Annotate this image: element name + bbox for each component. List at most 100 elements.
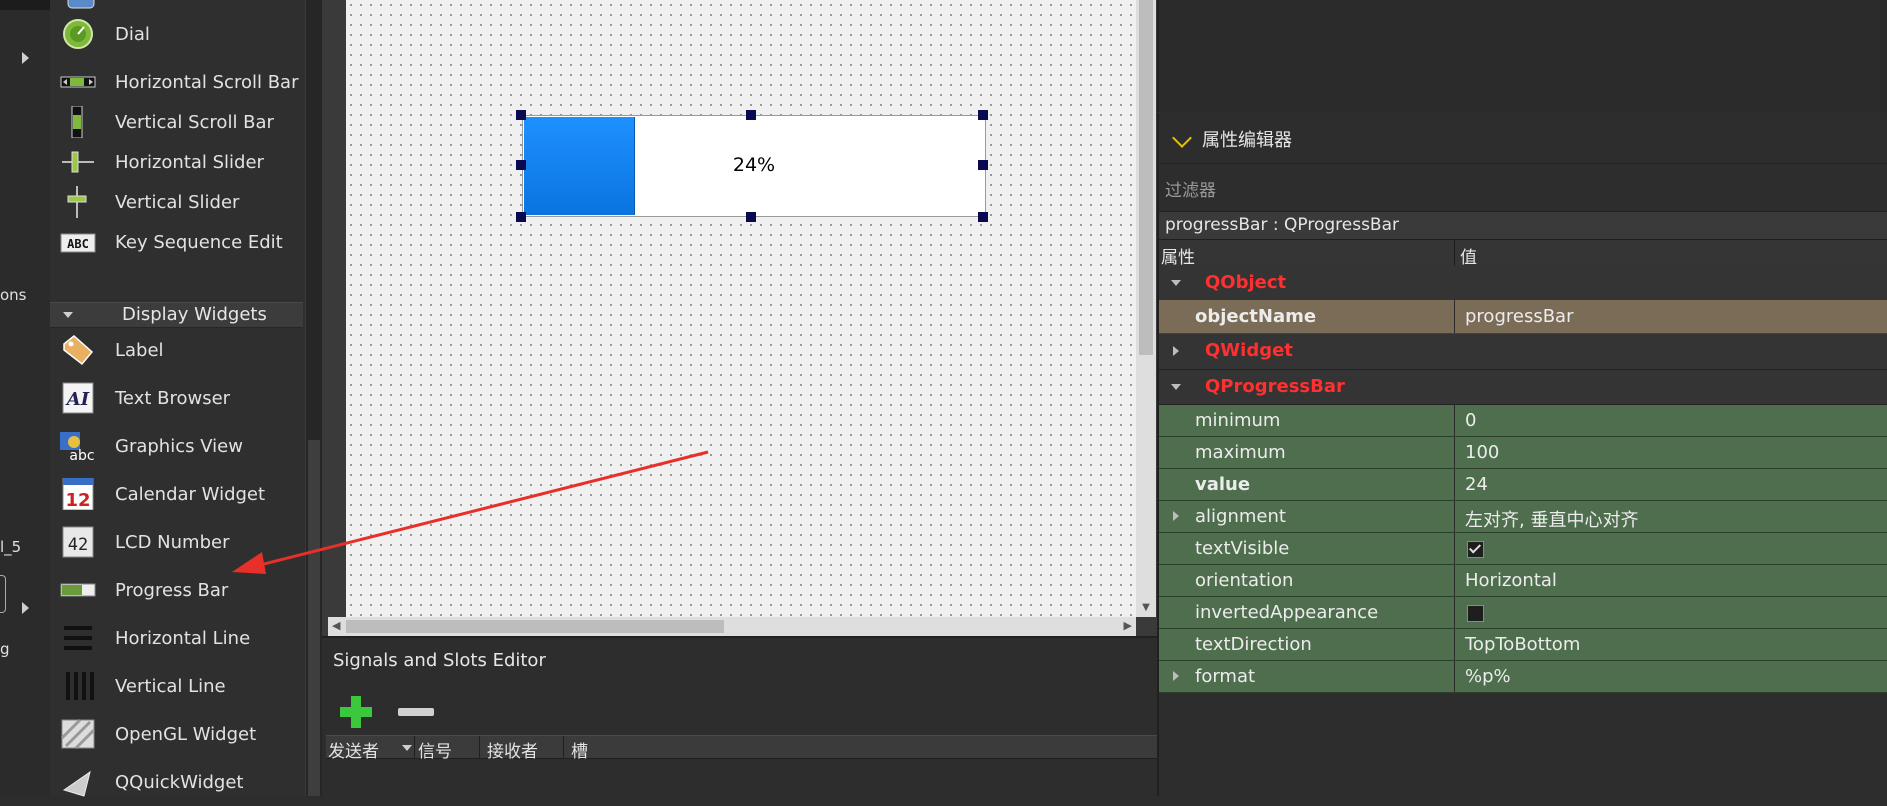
expand-arrow-icon[interactable] xyxy=(1173,346,1179,356)
widget-item-vertical-line[interactable]: Vertical Line xyxy=(50,662,305,710)
widget-item-label[interactable]: Label xyxy=(50,326,305,374)
form-canvas[interactable] xyxy=(346,0,1136,617)
property-group-qobject[interactable]: QObject xyxy=(1159,266,1887,301)
property-group-qprogressbar[interactable]: QProgressBar xyxy=(1159,370,1887,405)
column-header-value[interactable]: 值 xyxy=(1460,243,1477,268)
textvisible-checkbox[interactable] xyxy=(1467,541,1484,558)
property-value[interactable]: progressBar xyxy=(1465,306,1573,327)
progress-bar-widget[interactable]: 24% xyxy=(522,115,986,217)
property-value[interactable]: Horizontal xyxy=(1465,570,1557,591)
property-row-invertedappearance[interactable]: invertedAppearance xyxy=(1159,597,1887,629)
widget-item-graphics-view[interactable]: abc Graphics View xyxy=(50,422,305,470)
property-row-value[interactable]: value 24 xyxy=(1159,469,1887,501)
selection-handle[interactable] xyxy=(516,212,526,222)
scrollbar-thumb[interactable] xyxy=(346,620,724,633)
property-value[interactable]: 100 xyxy=(1465,442,1499,463)
progress-bar-text: 24% xyxy=(732,154,776,176)
property-name: textVisible xyxy=(1195,538,1290,559)
vertical-line-icon xyxy=(66,672,94,700)
property-row-format[interactable]: format %p% xyxy=(1159,661,1887,693)
sort-arrow-icon[interactable] xyxy=(402,745,412,751)
widget-item-label: Calendar Widget xyxy=(115,484,266,505)
widget-item-label: QQuickWidget xyxy=(115,772,244,793)
group-label: QProgressBar xyxy=(1205,376,1345,397)
widget-item-label: Key Sequence Edit xyxy=(115,232,283,253)
property-value[interactable]: 左对齐, 垂直中心对齐 xyxy=(1465,506,1638,532)
scroll-right-icon[interactable]: ▶ xyxy=(1124,619,1132,632)
collapse-arrow-icon[interactable] xyxy=(1171,384,1181,390)
selection-handle[interactable] xyxy=(746,212,756,222)
category-display-widgets[interactable]: Display Widgets xyxy=(50,302,303,328)
widget-item-dial[interactable]: Dial xyxy=(50,10,305,58)
dial-icon xyxy=(63,19,93,49)
property-row-orientation[interactable]: orientation Horizontal xyxy=(1159,565,1887,597)
property-name: textDirection xyxy=(1195,634,1312,655)
column-header-sender[interactable]: 发送者 xyxy=(328,737,379,762)
property-row-objectname[interactable]: objectName progressBar xyxy=(1159,300,1887,334)
column-header-signal[interactable]: 信号 xyxy=(418,737,452,762)
widget-item-qquickwidget[interactable]: QQuickWidget xyxy=(50,758,305,806)
object-class-line: progressBar : QProgressBar xyxy=(1159,211,1887,240)
widget-item-opengl-widget[interactable]: OpenGL Widget xyxy=(50,710,305,758)
widget-item-horizontal-line[interactable]: Horizontal Line xyxy=(50,614,305,662)
selection-handle[interactable] xyxy=(978,160,988,170)
expand-arrow-icon[interactable] xyxy=(22,52,29,64)
widget-item-label: Horizontal Line xyxy=(115,628,251,649)
invertedappearance-checkbox[interactable] xyxy=(1467,605,1484,622)
property-editor-title-bar[interactable]: 属性编辑器 xyxy=(1159,113,1887,164)
expand-arrow-icon[interactable] xyxy=(1173,511,1179,521)
property-value[interactable]: TopToBottom xyxy=(1465,634,1580,655)
signals-slots-title: Signals and Slots Editor xyxy=(333,650,546,671)
vertical-scroll-bar-icon xyxy=(71,106,83,138)
scrollbar-thumb[interactable] xyxy=(1139,0,1153,355)
progress-bar-icon xyxy=(60,583,96,597)
text-browser-icon: AI xyxy=(62,382,94,414)
partial-text-ons: ons xyxy=(0,286,27,304)
add-connection-icon[interactable] xyxy=(338,694,374,730)
property-name: minimum xyxy=(1195,410,1281,431)
calendar-widget-icon: 12 xyxy=(62,478,94,510)
property-name: invertedAppearance xyxy=(1195,602,1379,623)
property-row-textdirection[interactable]: textDirection TopToBottom xyxy=(1159,629,1887,661)
selection-handle[interactable] xyxy=(746,110,756,120)
property-value[interactable]: %p% xyxy=(1465,666,1511,687)
canvas-vertical-scrollbar[interactable]: ▼ xyxy=(1136,0,1156,617)
column-header-receiver[interactable]: 接收者 xyxy=(487,737,538,762)
canvas-horizontal-scrollbar[interactable]: ◀ ▶ xyxy=(328,617,1136,636)
scroll-left-icon[interactable]: ◀ xyxy=(332,619,340,632)
widget-item-key-sequence-edit[interactable]: ABC Key Sequence Edit xyxy=(50,218,305,266)
column-header-property[interactable]: 属性 xyxy=(1161,243,1195,268)
group-label: QWidget xyxy=(1205,340,1293,361)
column-header-slot[interactable]: 槽 xyxy=(571,737,588,762)
widget-item-text-browser[interactable]: AI Text Browser xyxy=(50,374,305,422)
expand-arrow-icon[interactable] xyxy=(1173,671,1179,681)
property-row-alignment[interactable]: alignment 左对齐, 垂直中心对齐 xyxy=(1159,501,1887,533)
property-value[interactable]: 24 xyxy=(1465,474,1488,495)
property-row-minimum[interactable]: minimum 0 xyxy=(1159,405,1887,437)
expand-arrow-icon[interactable] xyxy=(22,602,29,614)
collapse-arrow-icon xyxy=(63,312,73,318)
property-group-qwidget[interactable]: QWidget xyxy=(1159,334,1887,370)
widget-box-scrollbar[interactable] xyxy=(305,0,323,796)
widget-item-progress-bar[interactable]: Progress Bar xyxy=(50,566,305,614)
property-row-maximum[interactable]: maximum 100 xyxy=(1159,437,1887,469)
selection-handle[interactable] xyxy=(978,212,988,222)
widget-item-label: LCD Number xyxy=(115,532,230,553)
selection-handle[interactable] xyxy=(978,110,988,120)
collapse-chevron-icon[interactable] xyxy=(1172,128,1192,148)
scroll-down-icon[interactable]: ▼ xyxy=(1139,601,1153,615)
collapse-arrow-icon[interactable] xyxy=(1171,280,1181,286)
partial-field[interactable] xyxy=(0,575,6,613)
selection-handle[interactable] xyxy=(516,160,526,170)
scrollbar-thumb[interactable] xyxy=(308,440,320,796)
widget-item-lcd-number[interactable]: 42 LCD Number xyxy=(50,518,305,566)
widget-box: Dial Horizontal Scroll Bar Vertical Scro… xyxy=(50,0,305,797)
property-row-textvisible[interactable]: textVisible xyxy=(1159,533,1887,565)
widget-item-label: Horizontal Slider xyxy=(115,152,264,173)
property-filter-input[interactable]: 过滤器 xyxy=(1165,176,1216,201)
selection-handle[interactable] xyxy=(516,110,526,120)
widget-item-label: Vertical Scroll Bar xyxy=(115,112,274,133)
remove-connection-icon[interactable] xyxy=(398,708,434,716)
property-value[interactable]: 0 xyxy=(1465,410,1476,431)
widget-item-calendar-widget[interactable]: 12 Calendar Widget xyxy=(50,470,305,518)
